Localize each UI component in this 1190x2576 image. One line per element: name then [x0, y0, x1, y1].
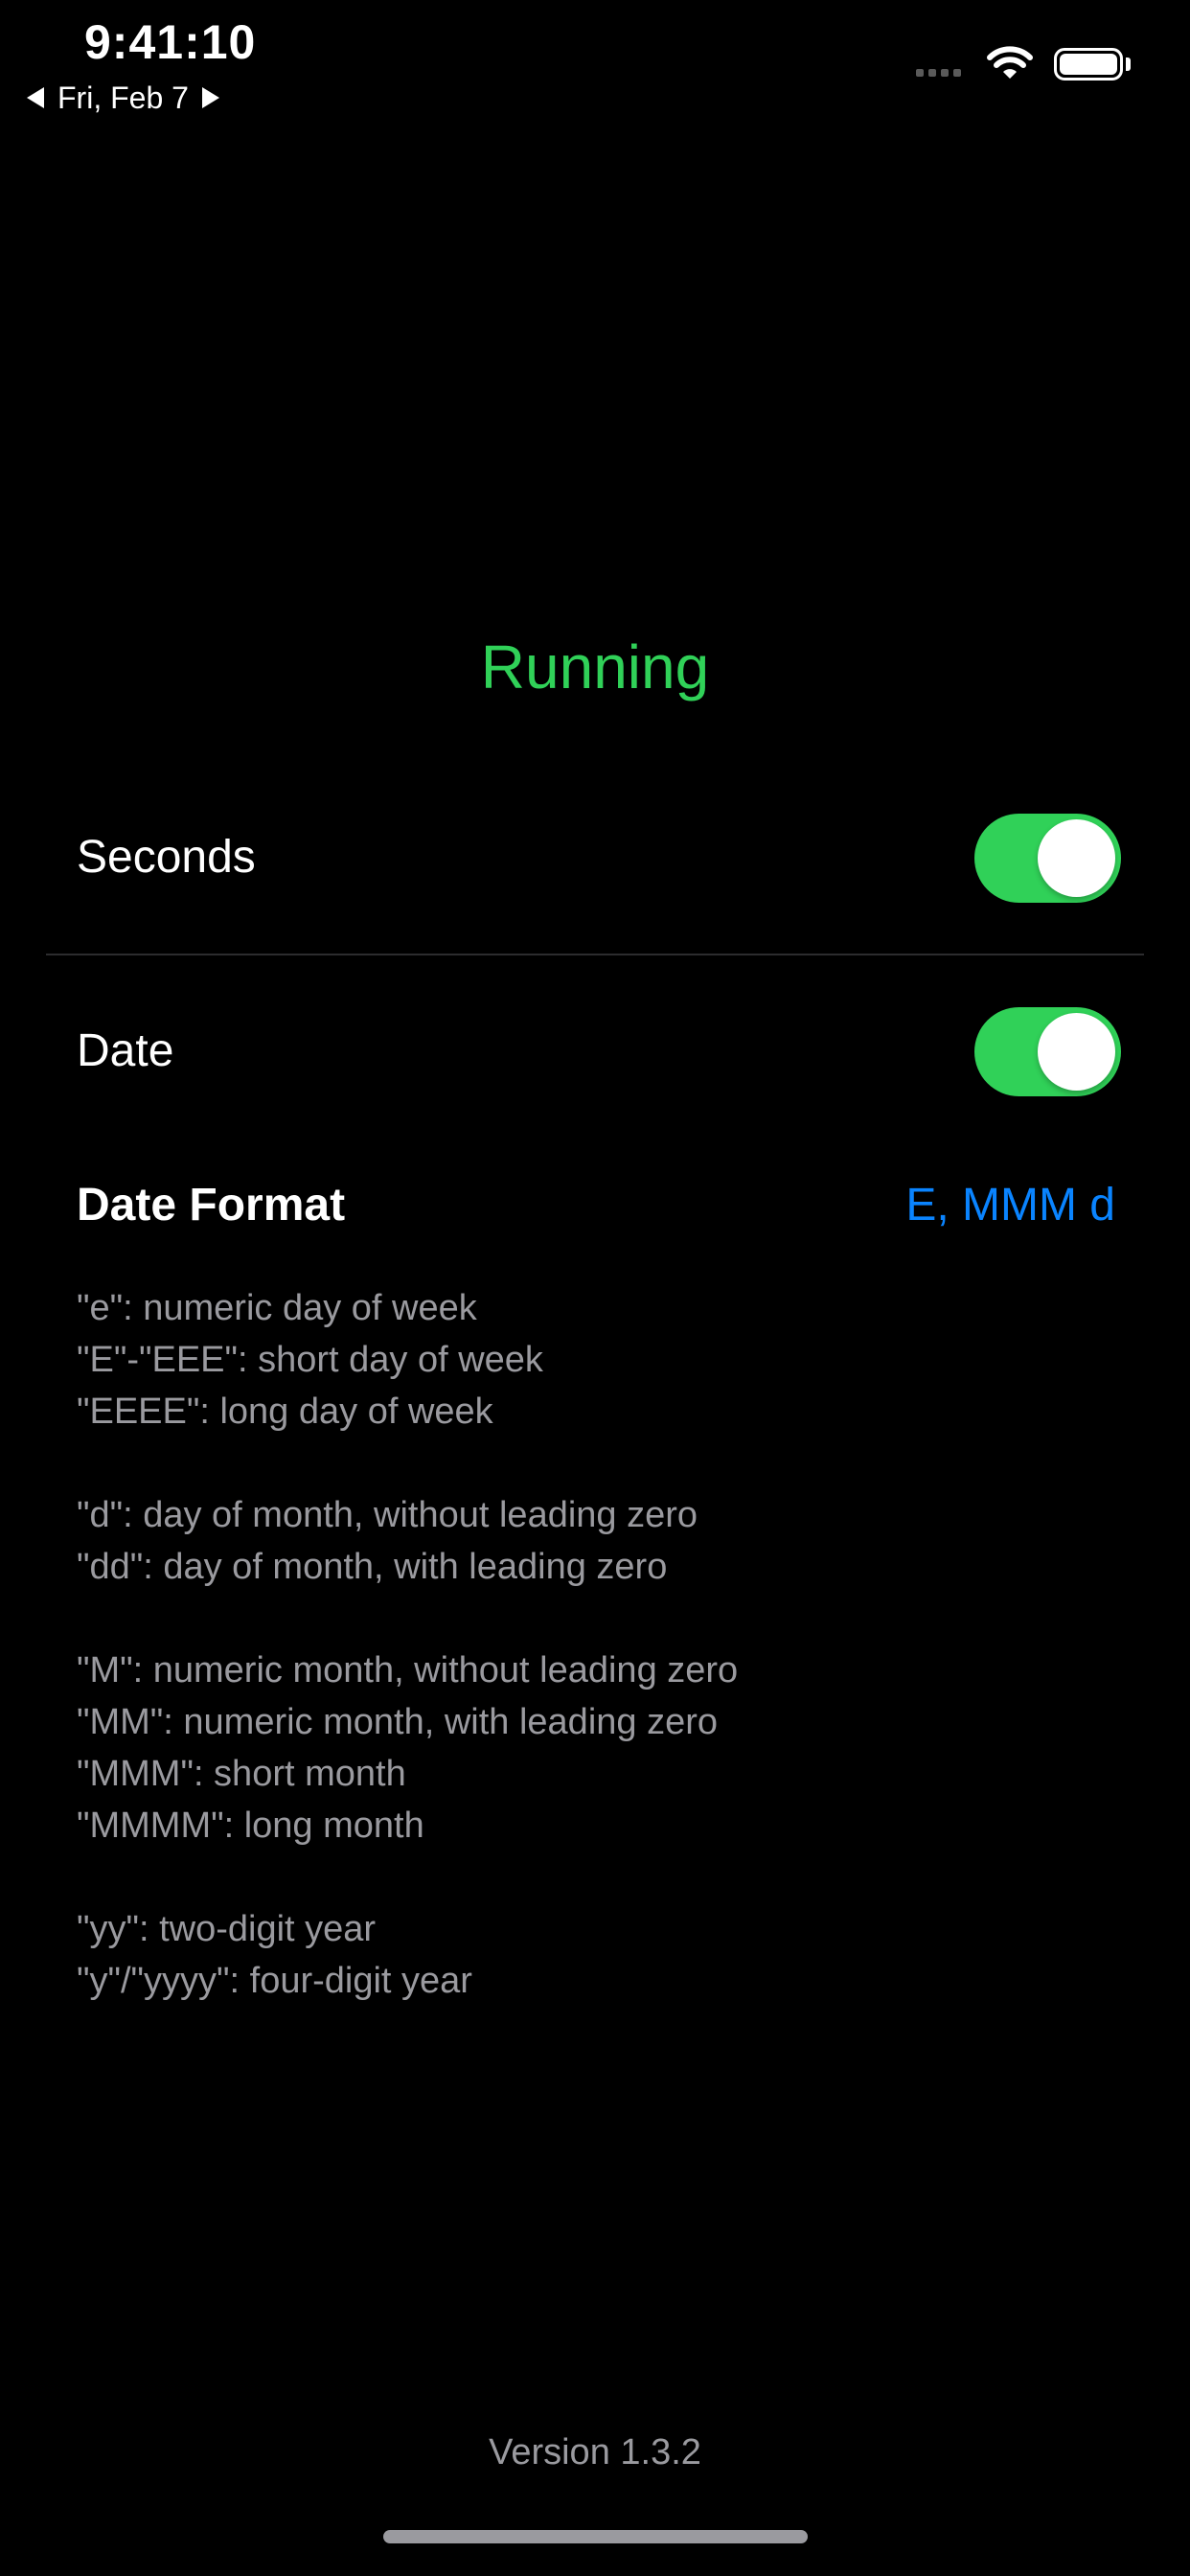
help-line: "d": day of month, without leading zero	[77, 1495, 698, 1535]
help-line: "dd": day of month, with leading zero	[77, 1547, 668, 1587]
help-line: "yy": two-digit year	[77, 1909, 377, 1949]
date-format-value[interactable]: E, MMM d	[905, 1177, 1115, 1234]
home-indicator[interactable]	[383, 2530, 808, 2543]
date-toggle-knob	[1038, 1013, 1115, 1091]
date-toggle[interactable]	[974, 1007, 1121, 1096]
help-group-year: "yy": two-digit year "y"/"yyyy": four-di…	[77, 1903, 738, 2007]
help-group-month: "M": numeric month, without leading zero…	[77, 1644, 738, 1852]
previous-day-icon[interactable]	[27, 87, 44, 108]
date-label: Date	[77, 1025, 174, 1076]
seconds-toggle-knob	[1038, 819, 1115, 897]
wifi-icon	[987, 46, 1033, 79]
help-line: "E"-"EEE": short day of week	[77, 1340, 543, 1380]
date-format-help: "e": numeric day of week "E"-"EEE": shor…	[77, 1282, 738, 2058]
status-date-row: Fri, Feb 7	[27, 77, 219, 119]
battery-icon	[1054, 48, 1123, 80]
divider	[46, 954, 1144, 955]
battery-level	[1060, 54, 1117, 75]
next-day-icon[interactable]	[201, 87, 219, 108]
version-label: Version 1.3.2	[489, 2432, 701, 2472]
battery-cap	[1126, 58, 1131, 71]
running-status: Running	[480, 632, 710, 702]
help-line: "y"/"yyyy": four-digit year	[77, 1961, 472, 2001]
help-line: "EEEE": long day of week	[77, 1392, 493, 1432]
cellular-signal-icon	[916, 69, 961, 77]
help-group-day-of-month: "d": day of month, without leading zero …	[77, 1489, 738, 1593]
date-format-title: Date Format	[77, 1180, 346, 1230]
status-time: 9:41:10	[84, 15, 257, 69]
help-line: "MMMM": long month	[77, 1806, 424, 1846]
seconds-toggle[interactable]	[974, 814, 1121, 903]
status-date: Fri, Feb 7	[57, 80, 189, 115]
help-line: "MM": numeric month, with leading zero	[77, 1702, 719, 1742]
help-line: "e": numeric day of week	[77, 1288, 477, 1328]
help-group-day-of-week: "e": numeric day of week "E"-"EEE": shor…	[77, 1282, 738, 1438]
help-line: "MMM": short month	[77, 1754, 406, 1794]
help-line: "M": numeric month, without leading zero	[77, 1650, 739, 1690]
seconds-label: Seconds	[77, 832, 256, 883]
